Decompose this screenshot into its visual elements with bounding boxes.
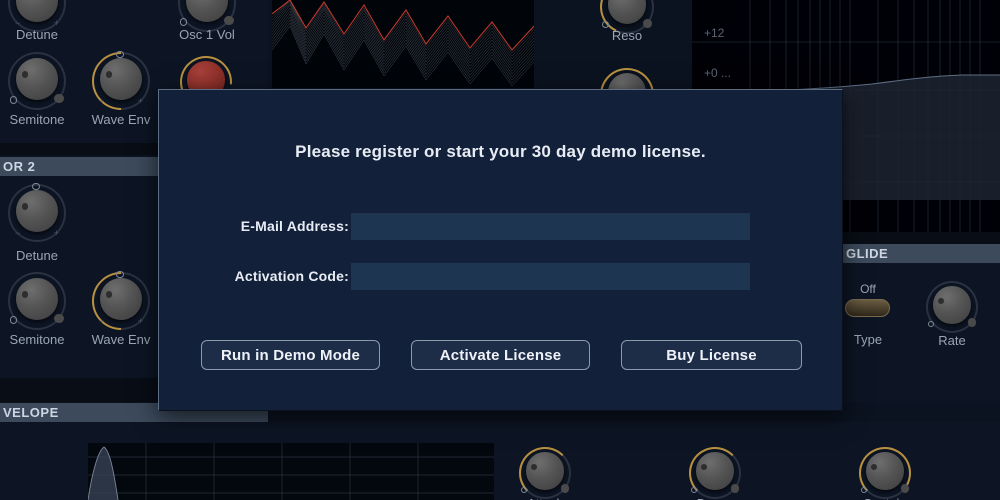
glide-type-value: Off	[860, 282, 876, 296]
knob-label-osc1-vol: Osc 1 Vol	[179, 27, 235, 42]
knob-label-semitone-2: Semitone	[9, 332, 65, 347]
knob-label-semitone-1: Semitone	[9, 112, 65, 127]
activation-code-field-label: Activation Code:	[234, 268, 349, 284]
envelope-graph	[88, 443, 494, 500]
knob-dot	[21, 71, 29, 78]
knob-cap	[696, 452, 734, 490]
knob-nub	[643, 18, 652, 28]
knob-glide-rate[interactable]	[926, 281, 978, 333]
knob-indicator-hole	[601, 21, 609, 29]
activate-license-button[interactable]: Activate License	[411, 340, 590, 370]
knob-cap	[866, 452, 904, 490]
knob-decay[interactable]	[689, 447, 741, 499]
knob-label-glide-type: Type	[853, 332, 883, 347]
wavetable-mesh	[272, 0, 534, 87]
knob-label-glide-rate: Rate	[938, 333, 966, 348]
app-window: OR 2 VELOPE − + Detune Osc 1 Vol Semitone	[0, 0, 1000, 500]
knob-cap	[100, 57, 142, 100]
knob-indicator-hole	[179, 18, 188, 26]
email-field-row: E-Mail Address:	[159, 213, 842, 240]
knob-cap	[16, 57, 58, 100]
knob-label-reso: Reso	[611, 28, 643, 43]
knob-sustain[interactable]	[859, 447, 911, 499]
knob-label-detune-1: Detune	[16, 27, 58, 42]
knob-dot	[21, 203, 29, 210]
knob-indicator-hole	[520, 486, 528, 494]
knob-label-wave-env-1: Wave Env	[91, 112, 151, 127]
activation-field-row: Activation Code:	[159, 263, 842, 290]
knob-label-wave-env-2: Wave Env	[91, 332, 151, 347]
knob-indicator-hole	[860, 486, 868, 494]
email-input[interactable]	[351, 213, 750, 240]
section-header-glide: GLIDE	[843, 244, 1000, 263]
registration-dialog: Please register or start your 30 day dem…	[158, 89, 843, 411]
knob-dot	[105, 291, 113, 298]
knob-cap	[526, 452, 564, 490]
filter-gain-label-mid: +0 ...	[704, 66, 732, 80]
section-header-oscillator-2: OR 2	[0, 157, 160, 176]
activation-code-input[interactable]	[351, 263, 750, 290]
knob-range-marks: − +	[14, 228, 60, 239]
knob-indicator-hole	[9, 316, 18, 324]
run-in-demo-mode-button[interactable]: Run in Demo Mode	[201, 340, 380, 370]
knob-label-attack: Attack	[508, 496, 582, 500]
knob-nub	[54, 313, 64, 324]
knob-indicator-hole	[690, 486, 698, 494]
dialog-headline: Please register or start your 30 day dem…	[295, 142, 706, 161]
knob-semitone-2[interactable]	[8, 272, 66, 330]
knob-label-decay: Decay	[678, 496, 752, 500]
knob-indicator-hole	[9, 96, 18, 104]
knob-nub	[730, 484, 739, 493]
knob-dot	[105, 71, 113, 78]
knob-range-marks: − +	[98, 316, 144, 327]
knob-label-sustain: Sustain	[848, 496, 922, 500]
envelope-display[interactable]	[88, 443, 494, 500]
knob-nub	[967, 318, 976, 327]
knob-dot	[21, 291, 29, 298]
email-field-label: E-Mail Address:	[240, 218, 349, 234]
knob-detune-2[interactable]: − +	[8, 182, 66, 242]
knob-range-marks: − +	[98, 96, 144, 107]
knob-label-detune-2: Detune	[16, 248, 58, 263]
glide-type-button[interactable]	[845, 299, 890, 317]
dialog-button-row: Run in Demo Mode Activate License Buy Li…	[159, 340, 842, 370]
wavetable-active-frame	[272, 0, 534, 51]
knob-cap	[16, 189, 58, 232]
buy-license-button[interactable]: Buy License	[621, 340, 802, 370]
knob-cap	[16, 277, 58, 320]
knob-nub	[54, 93, 64, 104]
knob-cap	[933, 286, 971, 324]
knob-wave-env-1[interactable]: − +	[79, 39, 163, 123]
wavetable-display[interactable]	[272, 0, 534, 88]
knob-nub	[224, 15, 234, 26]
knob-wave-env-2[interactable]: − +	[79, 259, 163, 343]
filter-gain-label-top: +12	[704, 26, 725, 40]
knob-attack[interactable]	[519, 447, 571, 499]
knob-nub	[900, 484, 909, 493]
knob-semitone-1[interactable]	[8, 52, 66, 110]
knob-cap	[100, 277, 142, 320]
knob-indicator-hole	[927, 320, 935, 328]
knob-nub	[560, 484, 569, 493]
